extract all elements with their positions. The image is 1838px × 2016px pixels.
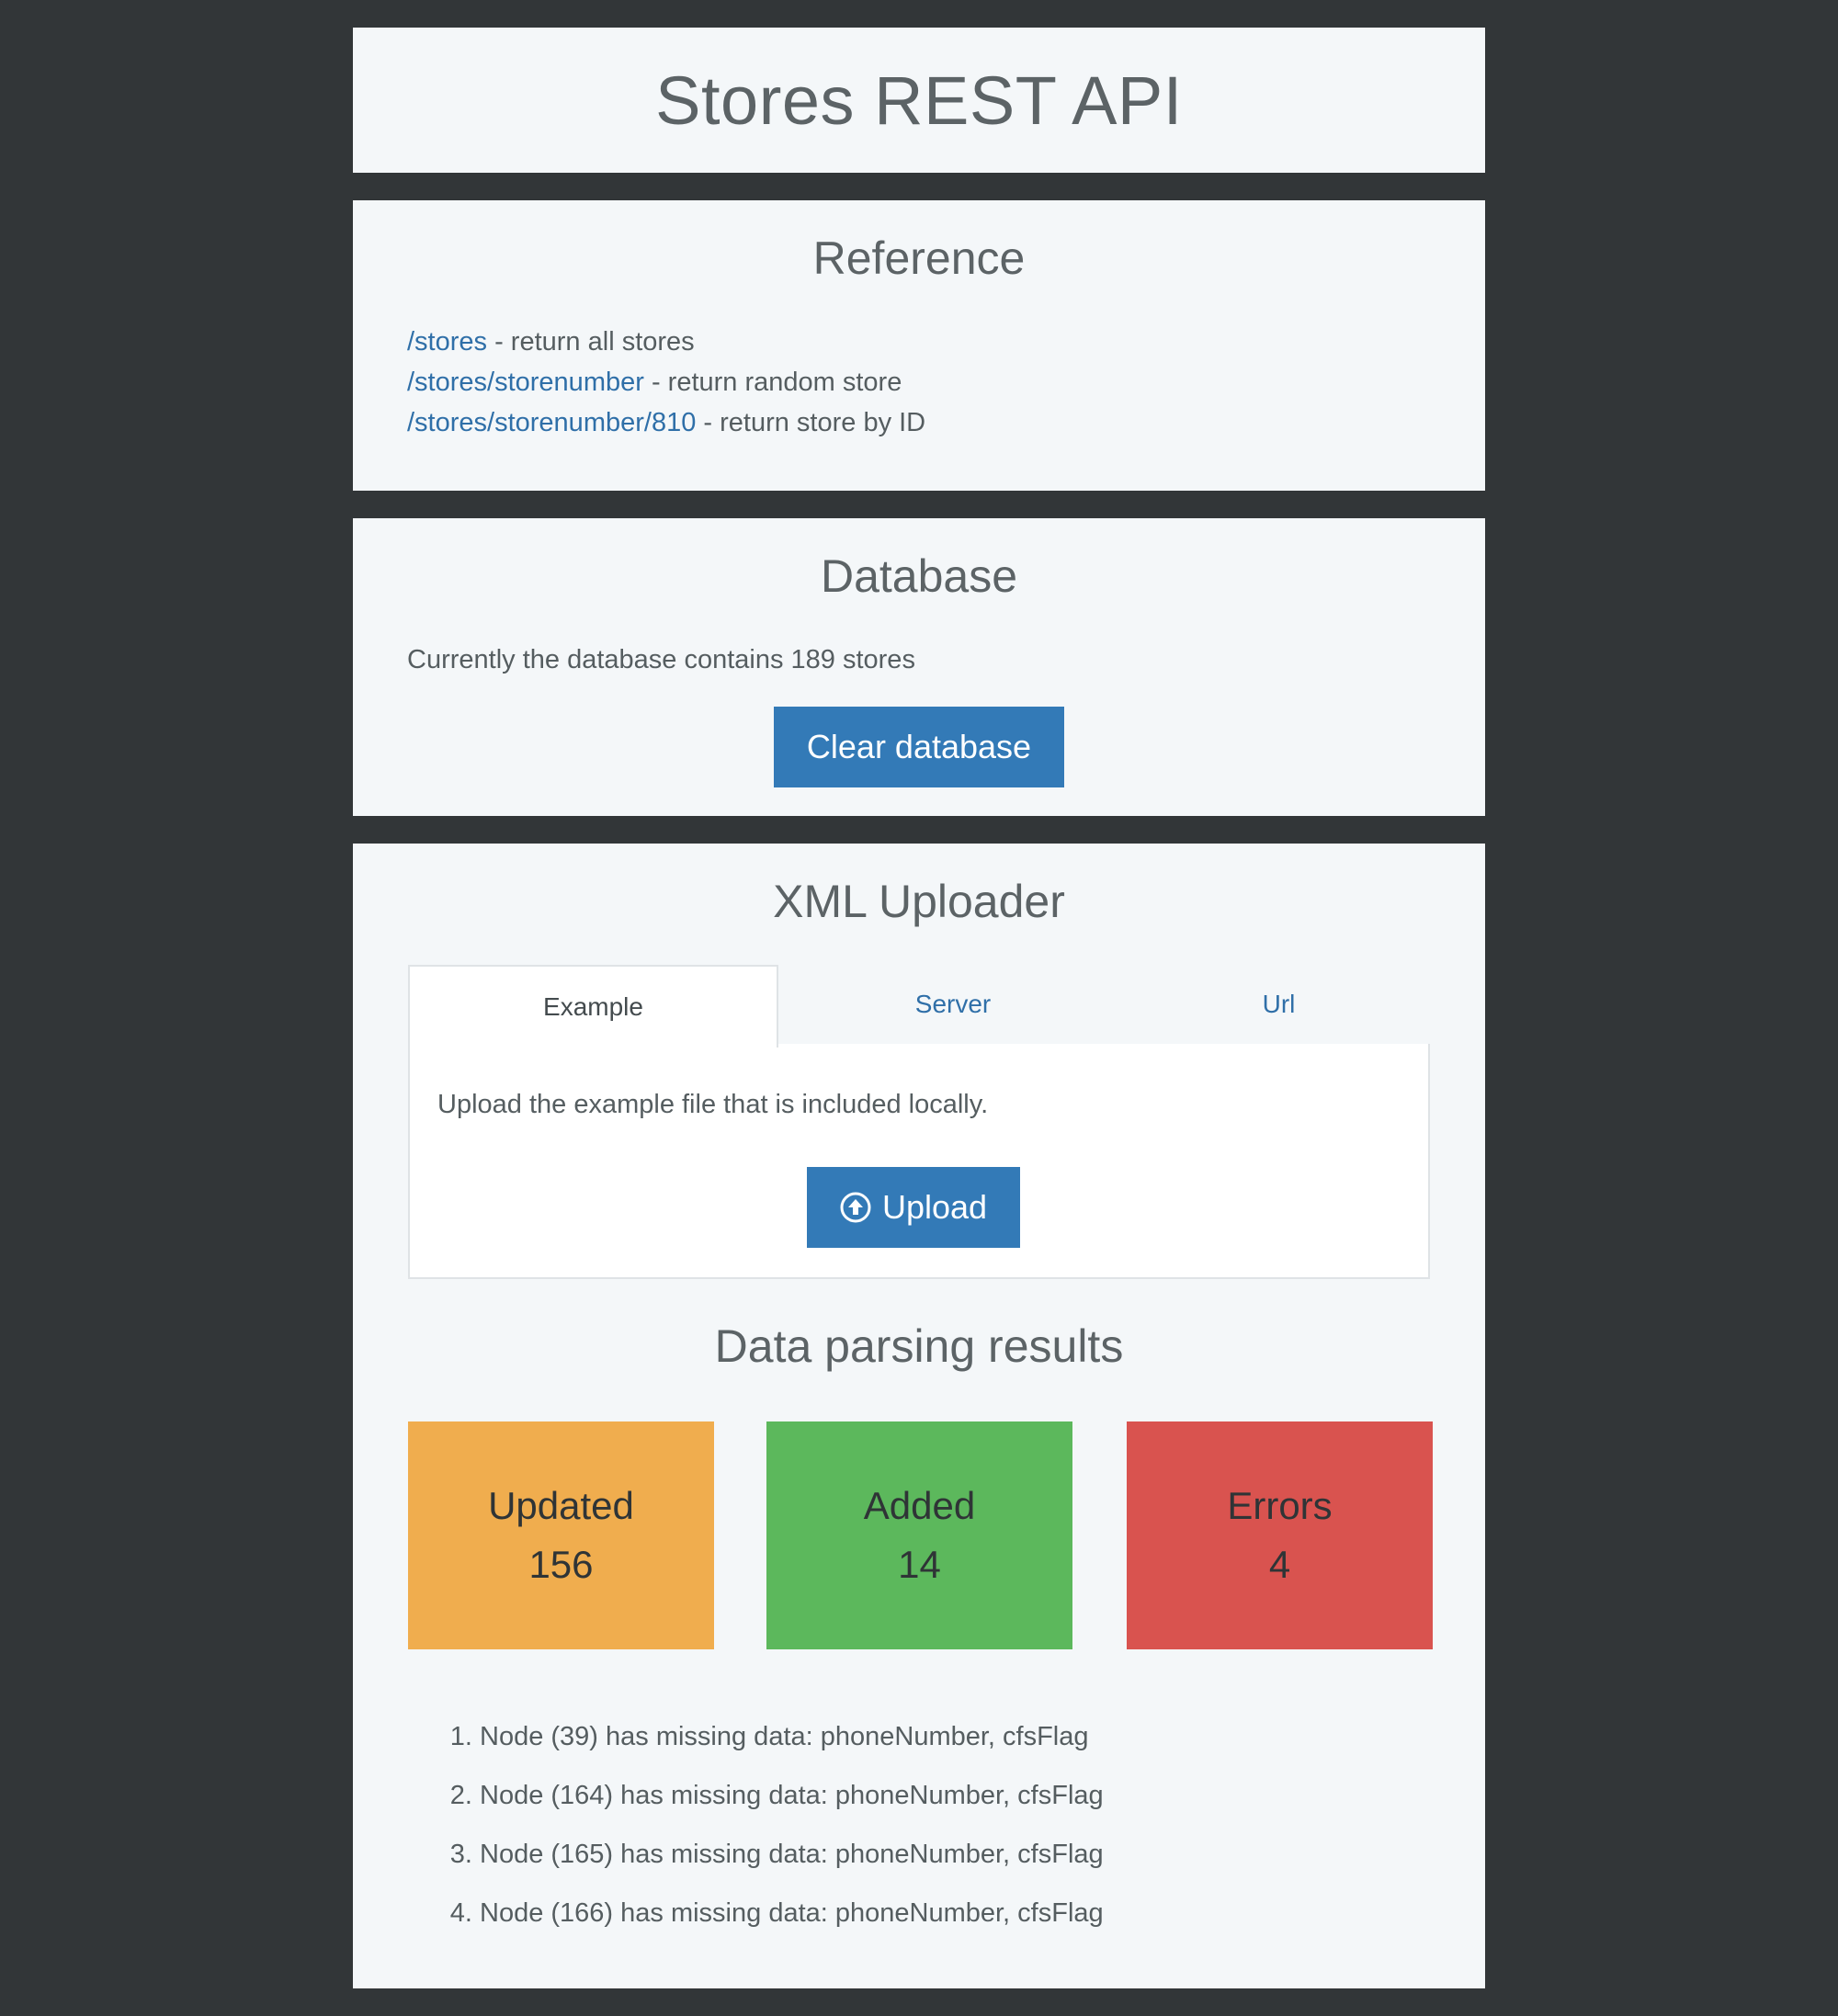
page-title: Stores REST API: [655, 62, 1183, 139]
tab-description: Upload the example file that is included…: [437, 1090, 989, 1119]
error-item: Node (164) has missing data: phoneNumber…: [480, 1766, 1104, 1825]
reference-desc: - return store by ID: [696, 408, 926, 437]
error-item: Node (39) has missing data: phoneNumber,…: [480, 1707, 1104, 1766]
stores-link[interactable]: /stores: [407, 327, 487, 357]
tab-content-example: Upload the example file that is included…: [408, 1044, 1430, 1279]
added-label: Added: [863, 1484, 976, 1527]
errors-stat: Errors 4: [1127, 1421, 1433, 1649]
error-item: Node (165) has missing data: phoneNumber…: [480, 1825, 1104, 1884]
reference-item: /stores - return all stores: [407, 322, 1431, 362]
upload-label: Upload: [881, 1188, 988, 1226]
updated-stat: Updated 156: [408, 1421, 714, 1649]
updated-count: 156: [528, 1543, 594, 1586]
added-count: 14: [898, 1543, 941, 1586]
errors-list: Node (39) has missing data: phoneNumber,…: [452, 1707, 1104, 1942]
updated-label: Updated: [488, 1484, 634, 1527]
database-title: Database: [820, 550, 1018, 602]
tab-example[interactable]: Example: [408, 965, 778, 1048]
uploader-tabs: Example Server Url: [408, 965, 1430, 1048]
added-stat: Added 14: [766, 1421, 1072, 1649]
clear-database-button[interactable]: Clear database: [774, 707, 1064, 787]
tab-url[interactable]: Url: [1128, 965, 1430, 1046]
reference-list: /stores - return all stores /stores/stor…: [407, 322, 1431, 443]
reference-desc: - return random store: [643, 368, 902, 397]
errors-count: 4: [1268, 1543, 1291, 1586]
reference-desc: - return all stores: [487, 327, 695, 357]
error-item: Node (166) has missing data: phoneNumber…: [480, 1884, 1104, 1942]
circle-arrow-up-icon: [840, 1192, 871, 1223]
reference-item: /stores/storenumber/810 - return store b…: [407, 402, 1431, 443]
errors-label: Errors: [1227, 1484, 1333, 1527]
results-title: Data parsing results: [714, 1320, 1124, 1372]
database-status-text: Currently the database contains 189 stor…: [407, 645, 915, 674]
tab-server[interactable]: Server: [778, 965, 1128, 1046]
page-container: Stores REST API Reference /stores - retu…: [353, 28, 1485, 2016]
header-panel: Stores REST API: [353, 28, 1485, 173]
uploader-title: XML Uploader: [773, 876, 1065, 927]
upload-button[interactable]: Upload: [807, 1167, 1020, 1248]
stores-storenumber-id-link[interactable]: /stores/storenumber/810: [407, 408, 696, 437]
reference-item: /stores/storenumber - return random stor…: [407, 362, 1431, 402]
database-panel: Database Currently the database contains…: [353, 518, 1485, 816]
reference-panel: Reference /stores - return all stores /s…: [353, 200, 1485, 491]
reference-title: Reference: [812, 232, 1026, 284]
stores-storenumber-link[interactable]: /stores/storenumber: [407, 368, 644, 397]
xml-uploader-panel: XML Uploader Example Server Url Upload t…: [353, 844, 1485, 1988]
